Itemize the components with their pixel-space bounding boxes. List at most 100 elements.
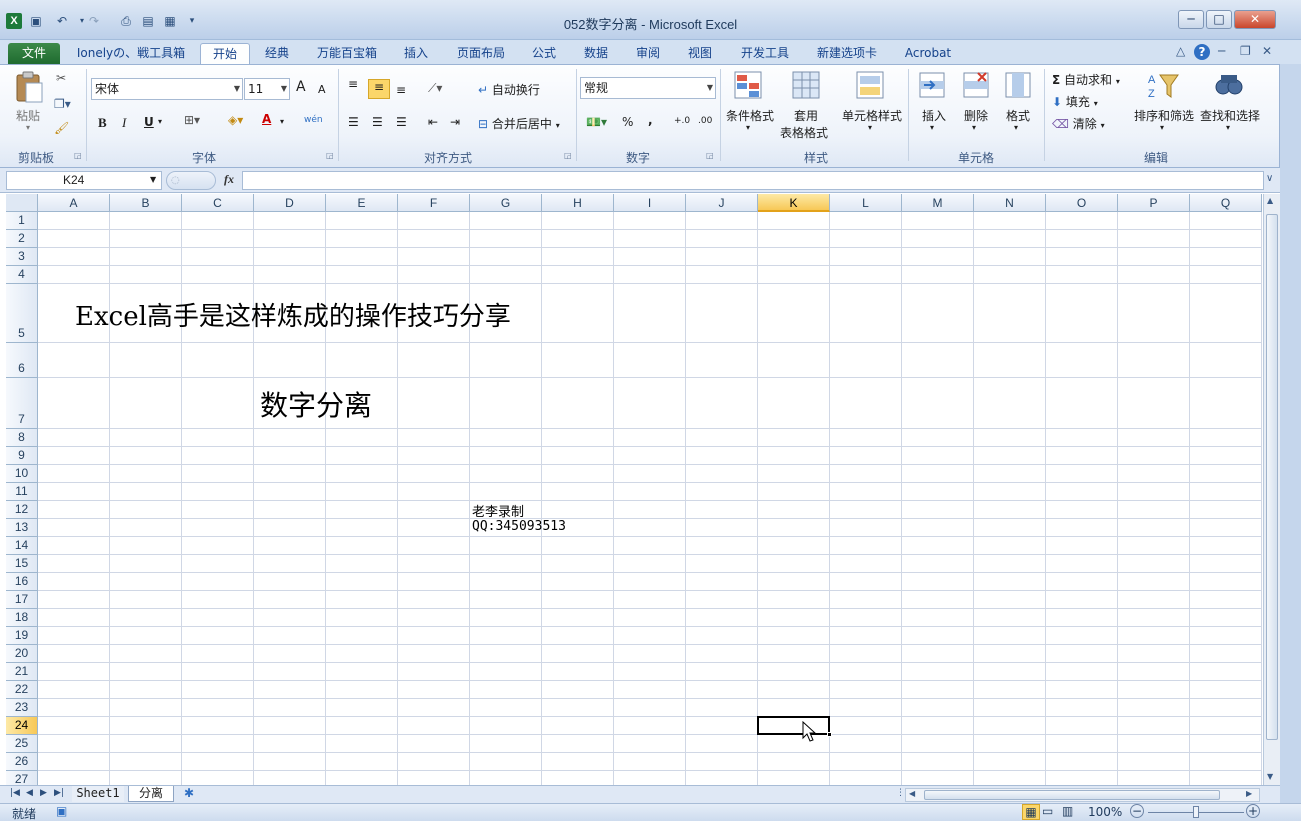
format-cells-label[interactable]: 格式 bbox=[1006, 107, 1030, 124]
column-header-o[interactable]: O bbox=[1046, 194, 1118, 212]
scroll-left-icon[interactable]: ◀ bbox=[909, 789, 915, 798]
column-header-h[interactable]: H bbox=[542, 194, 614, 212]
vertical-scroll-thumb[interactable] bbox=[1266, 214, 1278, 740]
chevron-down-icon[interactable]: ▾ bbox=[1160, 123, 1164, 132]
column-header-q[interactable]: Q bbox=[1190, 194, 1262, 212]
tab-toolbox[interactable]: 万能百宝箱 bbox=[308, 43, 386, 64]
expand-formula-bar-icon[interactable]: ∨ bbox=[1266, 173, 1273, 184]
chevron-down-icon[interactable]: ▾ bbox=[930, 123, 934, 132]
tab-split-handle[interactable]: ⋮ bbox=[896, 788, 905, 798]
column-header-d[interactable]: D bbox=[254, 194, 326, 212]
tab-lonely-toolbox[interactable]: Ionelyの、戦工具箱 bbox=[70, 43, 192, 64]
sort-filter-icon[interactable]: A Z bbox=[1146, 71, 1180, 101]
orientation-icon[interactable]: ⟋▾ bbox=[428, 81, 442, 96]
tab-view[interactable]: 视图 bbox=[680, 43, 720, 64]
row-header-22[interactable]: 22 bbox=[6, 681, 38, 699]
row-header-6[interactable]: 6 bbox=[6, 343, 38, 378]
paste-dropdown-icon[interactable]: ▾ bbox=[26, 123, 30, 132]
tab-new[interactable]: 新建选项卡 bbox=[808, 43, 886, 64]
select-all-corner[interactable] bbox=[6, 194, 38, 212]
decrease-decimal-button[interactable]: .00 bbox=[698, 116, 712, 126]
number-format-combo[interactable]: 常规 ▼ bbox=[580, 77, 716, 99]
cell-styles-label[interactable]: 单元格样式 bbox=[842, 107, 902, 124]
name-box-dropdown-icon[interactable]: ▼ bbox=[150, 175, 156, 184]
paste-icon[interactable] bbox=[14, 71, 44, 103]
macro-record-icon[interactable]: ▣ bbox=[56, 804, 67, 818]
font-size-combo[interactable]: 11 ▼ bbox=[244, 78, 290, 100]
percent-button[interactable]: % bbox=[622, 115, 633, 129]
last-sheet-icon[interactable]: ▶| bbox=[54, 788, 64, 798]
chevron-down-icon[interactable]: ▾ bbox=[972, 123, 976, 132]
font-launcher-icon[interactable]: ◲ bbox=[326, 151, 334, 160]
align-middle-icon[interactable]: ≡ bbox=[368, 79, 390, 99]
format-as-table-icon[interactable] bbox=[792, 71, 822, 101]
column-header-c[interactable]: C bbox=[182, 194, 254, 212]
underline-button[interactable]: U bbox=[144, 115, 154, 129]
cell-qq-text[interactable]: QQ:345093513 bbox=[472, 519, 566, 534]
row-header-11[interactable]: 11 bbox=[6, 483, 38, 501]
copy-icon[interactable]: ❐▾ bbox=[54, 97, 71, 111]
zoom-out-button[interactable]: − bbox=[1130, 804, 1144, 818]
column-header-b[interactable]: B bbox=[110, 194, 182, 212]
row-header-21[interactable]: 21 bbox=[6, 663, 38, 681]
border-icon[interactable]: ⊞▾ bbox=[184, 113, 200, 127]
tab-review[interactable]: 审阅 bbox=[628, 43, 668, 64]
sort-filter-label[interactable]: 排序和筛选 bbox=[1134, 107, 1194, 124]
format-cells-icon[interactable] bbox=[1004, 71, 1034, 101]
autosum-button[interactable]: Σ 自动求和 ▾ bbox=[1052, 71, 1120, 88]
sheet-tab-separate[interactable]: 分离 bbox=[128, 786, 174, 802]
italic-button[interactable]: I bbox=[122, 115, 126, 131]
horizontal-scroll-thumb[interactable] bbox=[924, 790, 1220, 800]
phonetic-icon[interactable]: wén bbox=[304, 115, 323, 125]
comma-button[interactable]: , bbox=[648, 113, 653, 127]
row-header-15[interactable]: 15 bbox=[6, 555, 38, 573]
chevron-down-icon[interactable]: ▾ bbox=[868, 123, 872, 132]
column-header-l[interactable]: L bbox=[830, 194, 902, 212]
column-header-i[interactable]: I bbox=[614, 194, 686, 212]
row-header-25[interactable]: 25 bbox=[6, 735, 38, 753]
find-select-icon[interactable] bbox=[1214, 71, 1244, 101]
column-header-e[interactable]: E bbox=[326, 194, 398, 212]
row-header-24[interactable]: 24 bbox=[6, 717, 38, 735]
scroll-up-icon[interactable]: ▲ bbox=[1267, 196, 1273, 205]
tab-file[interactable]: 文件 bbox=[8, 43, 60, 64]
workbook-minimize-icon[interactable]: ─ bbox=[1218, 44, 1225, 58]
row-header-3[interactable]: 3 bbox=[6, 248, 38, 266]
zoom-in-button[interactable]: + bbox=[1246, 804, 1260, 818]
row-header-7[interactable]: 7 bbox=[6, 378, 38, 429]
next-sheet-icon[interactable]: ▶ bbox=[40, 788, 47, 798]
close-button[interactable]: ✕ bbox=[1234, 10, 1276, 29]
fill-color-icon[interactable]: ◈▾ bbox=[228, 113, 243, 127]
align-left-icon[interactable]: ☰ bbox=[348, 115, 359, 129]
row-header-18[interactable]: 18 bbox=[6, 609, 38, 627]
chevron-down-icon[interactable]: ▾ bbox=[746, 123, 750, 132]
formula-input[interactable] bbox=[242, 171, 1264, 190]
cell-subtitle-text[interactable]: 数字分离 bbox=[260, 384, 372, 424]
workbook-restore-icon[interactable]: ❐ bbox=[1240, 44, 1251, 58]
insert-cells-label[interactable]: 插入 bbox=[922, 107, 946, 124]
column-header-p[interactable]: P bbox=[1118, 194, 1190, 212]
first-sheet-icon[interactable]: |◀ bbox=[10, 788, 20, 798]
align-top-icon[interactable]: ≡ bbox=[348, 77, 358, 91]
column-header-n[interactable]: N bbox=[974, 194, 1046, 212]
conditional-format-icon[interactable] bbox=[734, 71, 764, 101]
worksheet-grid[interactable]: ABCDEFGHIJKLMNOPQ 1 2 3 4 5 6 7 8 9 10 11 12 13 14 15 1… bbox=[6, 194, 1263, 785]
row-header-20[interactable]: 20 bbox=[6, 645, 38, 663]
fill-handle[interactable] bbox=[827, 732, 832, 737]
minimize-button[interactable]: ─ bbox=[1178, 10, 1204, 29]
bold-button[interactable]: B bbox=[98, 115, 107, 131]
column-header-a[interactable]: A bbox=[38, 194, 110, 212]
wrap-text-button[interactable]: ↵ 自动换行 bbox=[478, 81, 540, 98]
row-header-1[interactable]: 1 bbox=[6, 212, 38, 230]
accounting-format-icon[interactable]: 💵▾ bbox=[586, 115, 607, 129]
column-header-k[interactable]: K bbox=[758, 194, 830, 212]
row-header-10[interactable]: 10 bbox=[6, 465, 38, 483]
cut-icon[interactable]: ✂ bbox=[56, 71, 66, 85]
paste-label[interactable]: 粘贴 bbox=[16, 107, 40, 124]
column-header-g[interactable]: G bbox=[470, 194, 542, 212]
page-break-view-icon[interactable]: ▥ bbox=[1062, 804, 1073, 818]
scroll-down-icon[interactable]: ▼ bbox=[1267, 772, 1273, 781]
normal-view-icon[interactable]: ▦ bbox=[1022, 804, 1040, 820]
format-painter-icon[interactable]: 🖌 bbox=[54, 121, 69, 135]
delete-cells-label[interactable]: 删除 bbox=[964, 107, 988, 124]
